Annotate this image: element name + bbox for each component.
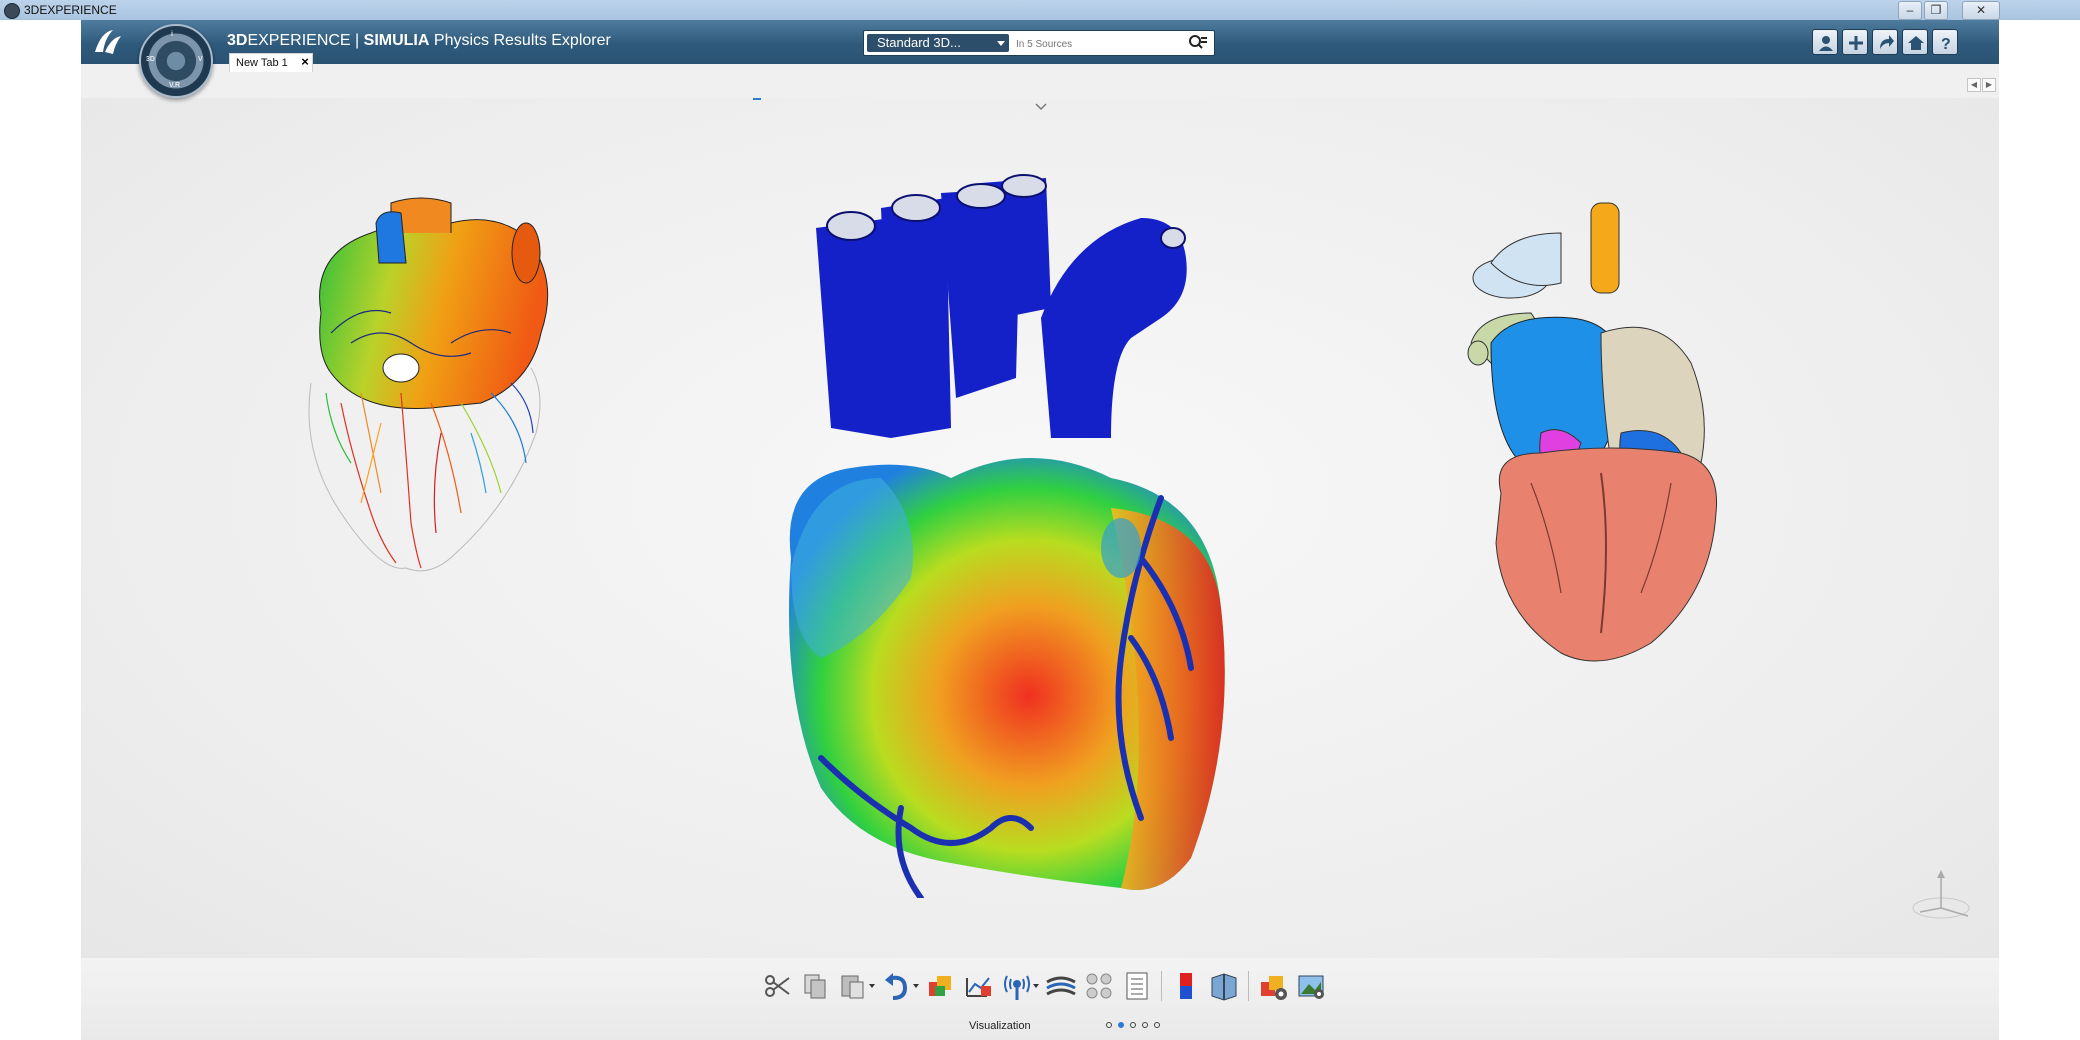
compass-quadrant-label: i: [171, 31, 173, 38]
app-logo-icon: [4, 3, 20, 19]
tab-bar: [81, 64, 1999, 99]
action-bar-tools: [761, 970, 1327, 1002]
page-dot[interactable]: [1106, 1022, 1112, 1028]
page-dot[interactable]: [1154, 1022, 1160, 1028]
axis-triad-icon[interactable]: [1906, 868, 1976, 928]
progress-indicator: [753, 98, 761, 100]
chevron-down-icon[interactable]: [1034, 100, 1048, 114]
tab-scroll-left-icon[interactable]: ◀: [1967, 78, 1981, 92]
heart-model-sectioned[interactable]: [1451, 193, 1751, 673]
search-scope-select[interactable]: Standard 3D...: [867, 34, 1009, 52]
toolbar-divider: [1161, 971, 1162, 1001]
probe-icon[interactable]: [1001, 970, 1039, 1002]
section-icon[interactable]: [1208, 970, 1240, 1002]
dassault-logo-icon: [91, 26, 125, 58]
cut-icon[interactable]: [761, 970, 793, 1002]
search-scope-value: Standard 3D...: [877, 35, 961, 50]
tab-scroll-right-icon[interactable]: ▶: [1982, 78, 1996, 92]
brand-simulia: SIMULIA: [363, 32, 430, 49]
chevron-down-icon[interactable]: [913, 984, 919, 988]
render-icon[interactable]: [925, 970, 957, 1002]
action-bar-pagination: [1106, 1022, 1160, 1028]
toolbar-divider: [1248, 971, 1249, 1001]
heart-model-vascular[interactable]: [281, 193, 581, 593]
chevron-down-icon: [997, 41, 1005, 46]
home-icon[interactable]: [1902, 29, 1928, 55]
compass-widget[interactable]: i 3D V V.R: [139, 24, 213, 98]
search-box: Standard 3D...: [863, 30, 1215, 56]
copy-icon[interactable]: [799, 970, 831, 1002]
brand-prefix: 3D: [227, 32, 248, 49]
action-bar: Visualization: [81, 958, 1999, 1040]
compass-quadrant-label: V: [198, 56, 203, 63]
color-legend-icon[interactable]: [1170, 970, 1202, 1002]
minimize-button[interactable]: –: [1898, 1, 1922, 20]
page-dot[interactable]: [1130, 1022, 1136, 1028]
capture-icon[interactable]: [1295, 970, 1327, 1002]
os-title-bar: 3DEXPERIENCE – ❐ ✕: [0, 0, 2080, 20]
add-icon[interactable]: [1842, 29, 1868, 55]
app-title: 3DEXPERIENCE | SIMULIA Physics Results E…: [227, 32, 611, 50]
window-title: 3DEXPERIENCE: [24, 3, 117, 17]
streamline-icon[interactable]: [1045, 970, 1077, 1002]
close-icon[interactable]: ×: [301, 53, 309, 71]
search-input[interactable]: [1014, 34, 1178, 54]
compass-quadrant-label: 3D: [146, 56, 155, 63]
compass-quadrant-label: V.R: [169, 82, 181, 89]
share-icon[interactable]: [1872, 29, 1898, 55]
chevron-down-icon[interactable]: [1033, 984, 1039, 988]
undo-icon[interactable]: [881, 970, 919, 1002]
heart-model-contour[interactable]: [691, 138, 1341, 898]
brand-main: EXPERIENCE: [247, 32, 351, 49]
paste-icon[interactable]: [837, 970, 875, 1002]
result-settings-icon[interactable]: [1257, 970, 1289, 1002]
page-dot-active[interactable]: [1118, 1022, 1124, 1028]
action-bar-section-label[interactable]: Visualization: [969, 1020, 1031, 1032]
restore-button[interactable]: ❐: [1924, 1, 1948, 20]
page-dot[interactable]: [1142, 1022, 1148, 1028]
close-button[interactable]: ✕: [1962, 1, 2000, 20]
tab-new-tab-1[interactable]: New Tab 1 ×: [229, 53, 313, 72]
sensor-icon[interactable]: [963, 970, 995, 1002]
report-icon[interactable]: [1121, 970, 1153, 1002]
app-header: 3DEXPERIENCE | SIMULIA Physics Results E…: [81, 20, 1999, 64]
tab-label: New Tab 1: [236, 57, 288, 69]
3d-viewport[interactable]: [81, 98, 1999, 978]
chevron-down-icon[interactable]: [869, 984, 875, 988]
particles-icon[interactable]: [1083, 970, 1115, 1002]
application-frame: 3DEXPERIENCE | SIMULIA Physics Results E…: [81, 20, 1999, 1040]
user-profile-icon[interactable]: [1812, 29, 1838, 55]
app-name: Physics Results Explorer: [433, 32, 611, 49]
help-icon[interactable]: ?: [1932, 29, 1958, 55]
svg-text:?: ?: [1941, 36, 1951, 53]
search-icon[interactable]: [1188, 34, 1208, 52]
brand-separator: |: [355, 32, 360, 49]
